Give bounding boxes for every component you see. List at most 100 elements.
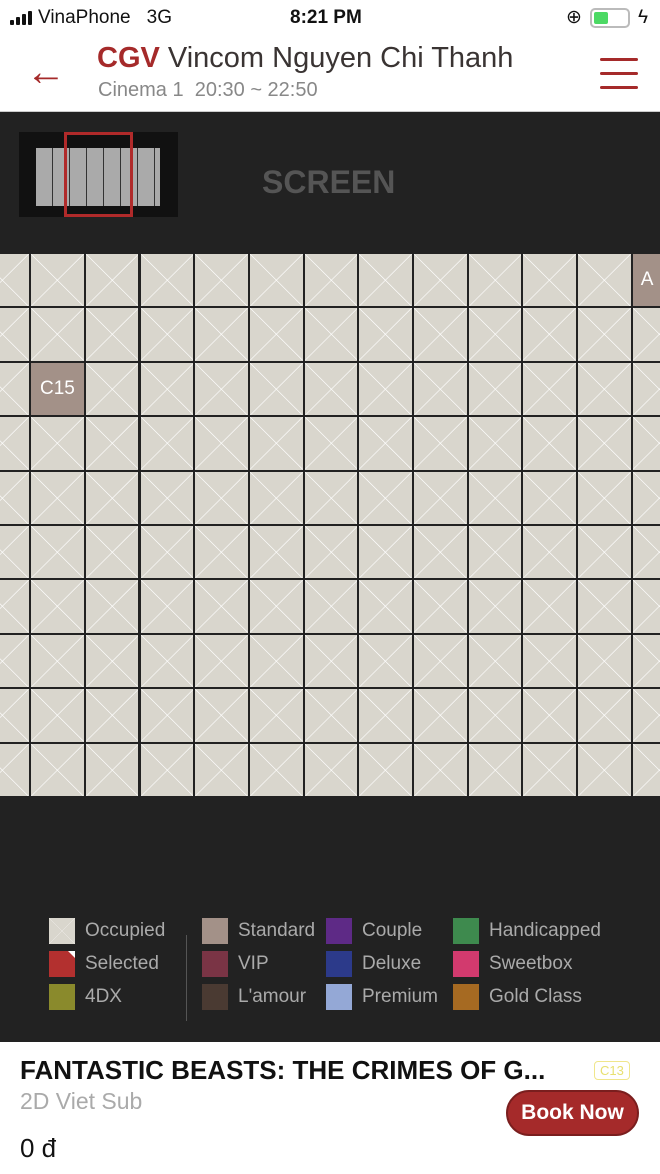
seat-occupied [631,579,660,634]
legend-label: Couple [362,920,423,941]
seat-occupied [0,525,31,580]
seat-occupied [577,688,632,743]
legend-item: Handicapped [453,918,601,944]
seatmap-minimap[interactable] [19,132,178,217]
seat-occupied [358,470,413,525]
seat-occupied [0,307,31,362]
seat-occupied [577,470,632,525]
seat-occupied [522,688,578,743]
legend-swatch [453,984,479,1010]
legend-label: Deluxe [362,953,422,974]
seat-occupied [303,633,359,689]
legend-label: VIP [238,953,269,974]
back-arrow-icon[interactable]: ← [26,52,66,92]
seat-occupied [194,416,249,471]
seat-occupied [30,688,85,743]
seat-occupied [467,253,523,308]
movie-title: FANTASTIC BEASTS: THE CRIMES OF G... [20,1055,546,1085]
legend-item: Gold Class [453,984,582,1010]
network-type: 3G [146,7,172,28]
seat-label: A [640,269,654,291]
seat-occupied [303,525,359,580]
seat-occupied [413,688,468,743]
minimap-viewport[interactable] [64,132,133,217]
seat-occupied [577,633,632,689]
showtime-info: Cinema 1 20:30 ~ 22:50 [98,79,318,101]
seat-occupied [577,579,632,634]
seat-label: C15 [40,377,75,399]
booking-bar: FANTASTIC BEASTS: THE CRIMES OF G... C13… [0,1042,660,1174]
seat-occupied [248,416,304,471]
legend-swatch [202,951,228,977]
seat-occupied [248,579,304,634]
seat-occupied [631,416,660,471]
legend-label: Premium [362,986,439,1007]
seat-occupied [0,253,31,308]
legend-label: Gold Class [489,986,582,1007]
legend-swatch [49,951,75,977]
seat-available[interactable]: C15 [30,361,85,417]
seat-occupied [248,525,304,580]
seat-occupied [631,688,660,743]
seat-occupied [413,742,468,797]
seat-occupied [0,688,31,743]
seat-occupied [467,742,523,797]
legend-label: Sweetbox [489,953,573,974]
seat-occupied [139,416,195,471]
seat-occupied [0,742,31,797]
seat-occupied [467,633,523,689]
seat-occupied [248,361,304,417]
seat-occupied [84,688,140,743]
seat-occupied [194,579,249,634]
seat-occupied [0,470,31,525]
seat-occupied [248,633,304,689]
seat-occupied [30,416,85,471]
seat-occupied [631,307,660,362]
seat-occupied [139,361,195,417]
seat-available[interactable]: A [631,253,660,308]
seat-occupied [30,525,85,580]
seat-occupied [84,361,140,417]
seat-occupied [522,416,578,471]
book-now-button[interactable]: Book Now [506,1090,639,1136]
seat-occupied [194,525,249,580]
seat-occupied [522,253,578,308]
seat-occupied [30,470,85,525]
legend-swatch [202,984,228,1010]
legend-swatch [49,984,75,1010]
seat-occupied [522,470,578,525]
seat-occupied [194,307,249,362]
signal-icon [10,11,32,25]
seat-occupied [577,742,632,797]
seat-selection-area: SCREEN A C15 Occupied Selected 4DX Standard V… [0,112,660,1042]
seat-occupied [522,525,578,580]
seat-occupied [577,253,632,308]
seat-occupied [413,416,468,471]
legend-label: Selected [85,953,159,974]
seat-occupied [467,688,523,743]
legend-divider [186,935,187,1021]
seat-occupied [139,253,195,308]
seat-occupied [303,470,359,525]
seat-grid[interactable]: A C15 [0,253,660,797]
legend-swatch [326,951,352,977]
legend-item: Deluxe [326,951,421,977]
clock: 8:21 PM [290,7,362,28]
seat-occupied [84,307,140,362]
seat-occupied [413,470,468,525]
seat-occupied [303,253,359,308]
seat-occupied [0,579,31,634]
rotation-lock-icon: ⊕ [566,7,582,28]
seat-occupied [631,633,660,689]
seat-occupied [0,361,31,417]
seat-occupied [522,361,578,417]
seat-occupied [413,253,468,308]
seat-occupied [358,633,413,689]
seat-occupied [194,361,249,417]
seat-occupied [194,470,249,525]
legend-swatch [326,984,352,1010]
hamburger-menu-icon[interactable] [600,58,638,100]
seat-occupied [358,742,413,797]
seat-occupied [194,688,249,743]
seat-occupied [413,307,468,362]
